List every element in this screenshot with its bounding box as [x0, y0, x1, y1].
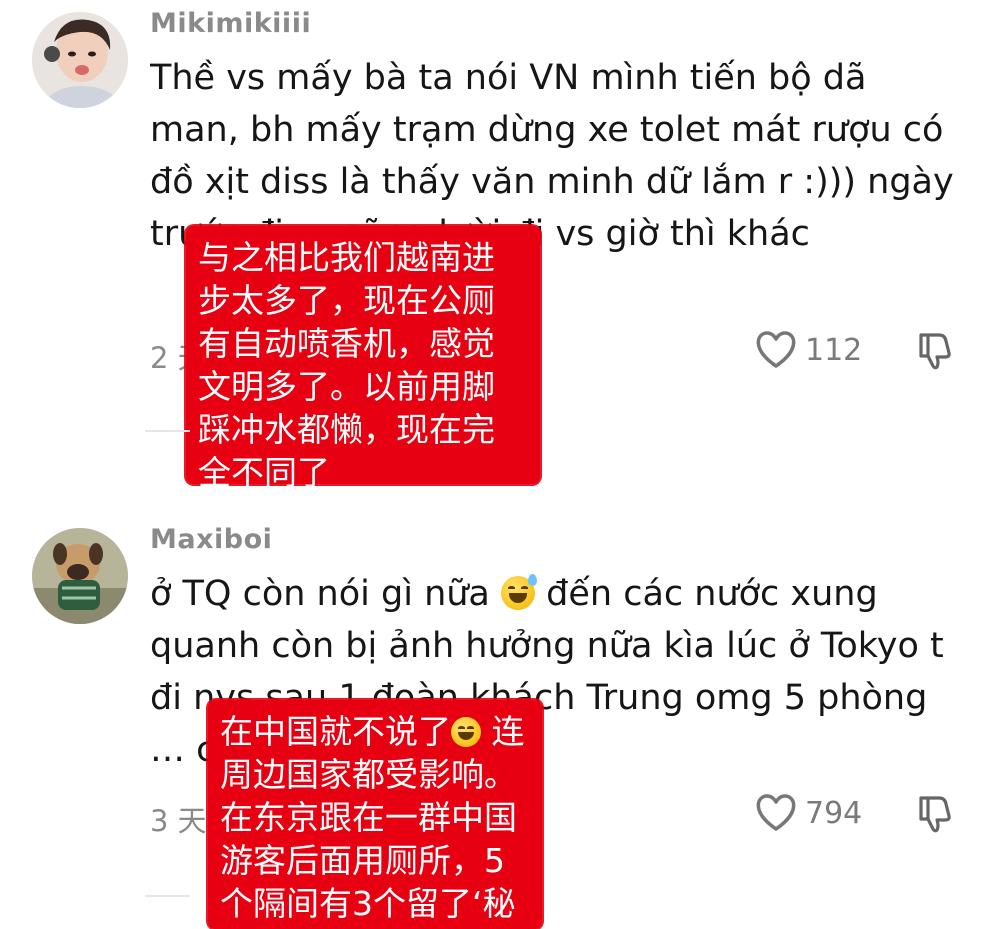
thumbs-down-icon[interactable]	[915, 794, 955, 838]
translation-overlay: 与之相比我们越南进步太多了，现在公厕有自动喷香机，感觉文明多了。以前用脚踩冲水都…	[186, 226, 540, 492]
like-count: 112	[805, 332, 863, 368]
translation-overlay: 在中国就不说了 连周边国家都受影响。在东京跟在一群中国游客后面用厕所，5个隔间有…	[208, 700, 542, 929]
avatar[interactable]	[32, 12, 128, 108]
comment-username[interactable]: Maxiboi	[150, 524, 272, 555]
like-button[interactable]: 794	[755, 794, 862, 832]
comment-username[interactable]: Mikimikiiii	[150, 8, 311, 39]
smile-emoji-icon	[451, 717, 481, 747]
heart-icon	[755, 331, 797, 369]
like-count: 794	[805, 795, 863, 831]
divider	[145, 895, 190, 897]
sweat-smile-emoji-icon	[501, 574, 538, 610]
comment-text-part: ở TQ còn nói gì nữa	[150, 574, 502, 614]
divider	[145, 430, 190, 432]
comment-thread: Mikimikiiii Thề vs mấy bà ta nói VN mình…	[0, 0, 987, 929]
comment-timestamp: 3 天	[150, 804, 207, 838]
heart-icon	[755, 794, 797, 832]
avatar[interactable]	[32, 528, 128, 624]
thumbs-down-icon[interactable]	[915, 331, 955, 375]
translation-text-part: 在中国就不说了	[220, 712, 451, 751]
like-button[interactable]: 112	[755, 331, 862, 369]
